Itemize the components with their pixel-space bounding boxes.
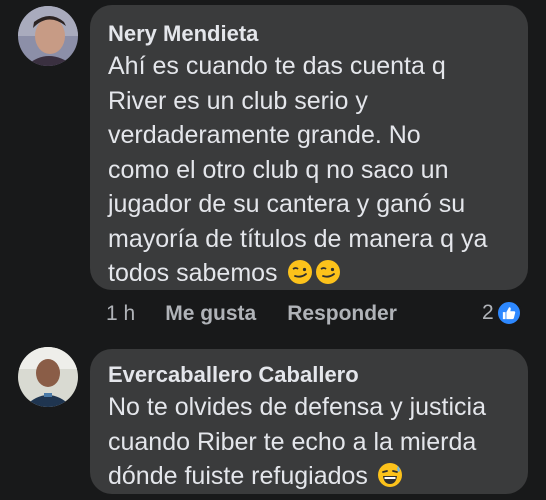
like-reaction-icon bbox=[495, 300, 522, 326]
avatar[interactable] bbox=[18, 347, 78, 407]
comment-body: No te olvides de defensa y justicia cuan… bbox=[108, 390, 486, 494]
avatar-photo-icon bbox=[18, 6, 78, 66]
smirk-face-icon bbox=[287, 259, 313, 285]
avatar[interactable] bbox=[18, 6, 78, 66]
reaction-count: 2 bbox=[482, 301, 494, 324]
reaction-summary[interactable]: 2 bbox=[482, 299, 522, 327]
comment-bubble: Nery Mendieta Ahí es cuando te das cuent… bbox=[90, 5, 528, 290]
avatar-photo-icon bbox=[18, 347, 78, 407]
comment-line: todos sabemos bbox=[108, 259, 278, 287]
comment-actions: 1 h Me gusta Responder bbox=[106, 298, 397, 330]
comment-bubble: Evercaballero Caballero No te olvides de… bbox=[90, 349, 528, 494]
comment-line: verdaderamente grande. No bbox=[108, 121, 421, 149]
like-button[interactable]: Me gusta bbox=[165, 302, 256, 326]
comment-line: como el otro club q no saco un bbox=[108, 155, 449, 184]
comment-line-last: dónde fuiste refugiados bbox=[108, 459, 486, 494]
comment-line: Ahí es cuando te das cuenta q bbox=[108, 52, 446, 80]
comment-line: River es un club serio y bbox=[108, 86, 368, 115]
comment-author[interactable]: Nery Mendieta bbox=[108, 21, 258, 47]
comment-line: jugador de su cantera y ganó su bbox=[108, 190, 466, 218]
comments-section: Nery Mendieta Ahí es cuando te das cuent… bbox=[0, 0, 546, 500]
comment-line-last: todos sabemos bbox=[108, 256, 487, 291]
reply-button[interactable]: Responder bbox=[287, 302, 397, 326]
comment-line: mayoría de títulos de manera q ya bbox=[108, 224, 488, 253]
comment-timestamp[interactable]: 1 h bbox=[106, 302, 135, 326]
comment-line: cuando Riber te echo a la mierda bbox=[108, 427, 477, 456]
comment-author[interactable]: Evercaballero Caballero bbox=[108, 362, 359, 388]
grinning-sweat-face-icon bbox=[377, 462, 403, 488]
comment-line: dónde fuiste refugiados bbox=[108, 462, 368, 490]
smirk-face-icon bbox=[315, 259, 341, 285]
comment-body: Ahí es cuando te das cuenta q River es u… bbox=[108, 49, 487, 291]
comment-line: No te olvides de defensa y justicia bbox=[108, 393, 486, 421]
